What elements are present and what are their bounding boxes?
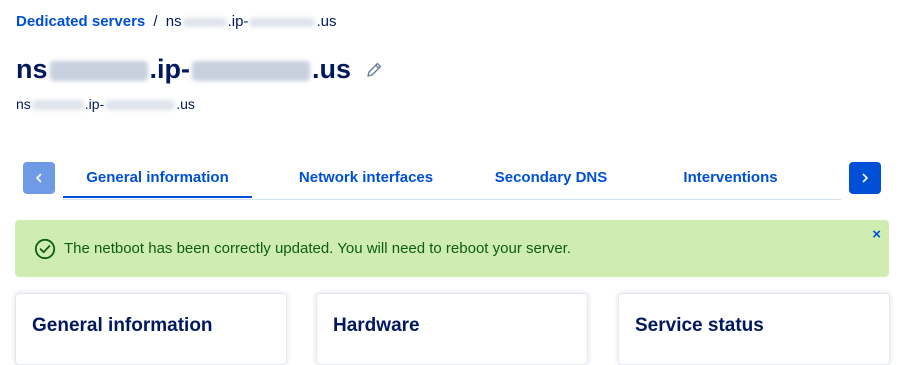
tab-list: General information Network interfaces S… — [63, 162, 841, 200]
card-general-information: General information — [15, 293, 287, 365]
subtitle-prefix: ns — [16, 96, 31, 112]
card-hardware: Hardware — [316, 293, 588, 365]
page-title-suffix: .us — [312, 54, 352, 84]
tabs-prev-button[interactable] — [23, 162, 55, 194]
page-title-row: ns .ip- .us — [16, 54, 383, 85]
success-alert: The netboot has been correctly updated. … — [15, 220, 889, 277]
check-circle-icon — [34, 238, 56, 260]
subtitle-middle: .ip- — [84, 96, 105, 112]
card-title: Service status — [635, 315, 764, 336]
chevron-right-icon — [862, 173, 868, 183]
alert-message: The netboot has been correctly updated. … — [64, 240, 571, 257]
breadcrumb-current-middle: .ip- — [227, 13, 249, 30]
tabs-next-button[interactable] — [849, 162, 881, 194]
page-title-middle: .ip- — [149, 54, 191, 84]
server-subtitle: ns .ip- .us — [16, 96, 195, 112]
tab-network-interfaces[interactable]: Network interfaces — [280, 162, 452, 196]
close-icon[interactable]: × — [872, 226, 881, 243]
pencil-icon[interactable] — [365, 61, 383, 79]
breadcrumb-current-prefix: ns — [165, 13, 182, 30]
breadcrumb-current: ns .ip- .us — [166, 13, 337, 30]
tab-general-information[interactable]: General information — [63, 162, 252, 198]
card-title: General information — [32, 315, 213, 336]
redacted-text — [182, 17, 227, 27]
breadcrumb: Dedicated servers / ns .ip- .us — [16, 13, 336, 30]
card-title: Hardware — [333, 315, 420, 336]
redacted-text — [31, 100, 84, 111]
redacted-text — [249, 17, 316, 27]
redacted-text — [105, 100, 176, 111]
subtitle-suffix: .us — [176, 96, 195, 112]
redacted-text — [192, 60, 311, 81]
redacted-text — [49, 60, 148, 81]
page-title-prefix: ns — [16, 54, 48, 84]
breadcrumb-dedicated-servers-link[interactable]: Dedicated servers — [16, 13, 145, 30]
tabs-bar: General information Network interfaces S… — [23, 162, 881, 200]
tab-secondary-dns[interactable]: Secondary DNS — [481, 162, 621, 196]
page-title: ns .ip- .us — [16, 54, 351, 85]
chevron-left-icon — [36, 173, 42, 183]
breadcrumb-current-suffix: .us — [316, 13, 337, 30]
card-service-status: Service status — [618, 293, 890, 365]
tab-interventions[interactable]: Interventions — [668, 162, 793, 196]
breadcrumb-separator: / — [153, 13, 158, 30]
